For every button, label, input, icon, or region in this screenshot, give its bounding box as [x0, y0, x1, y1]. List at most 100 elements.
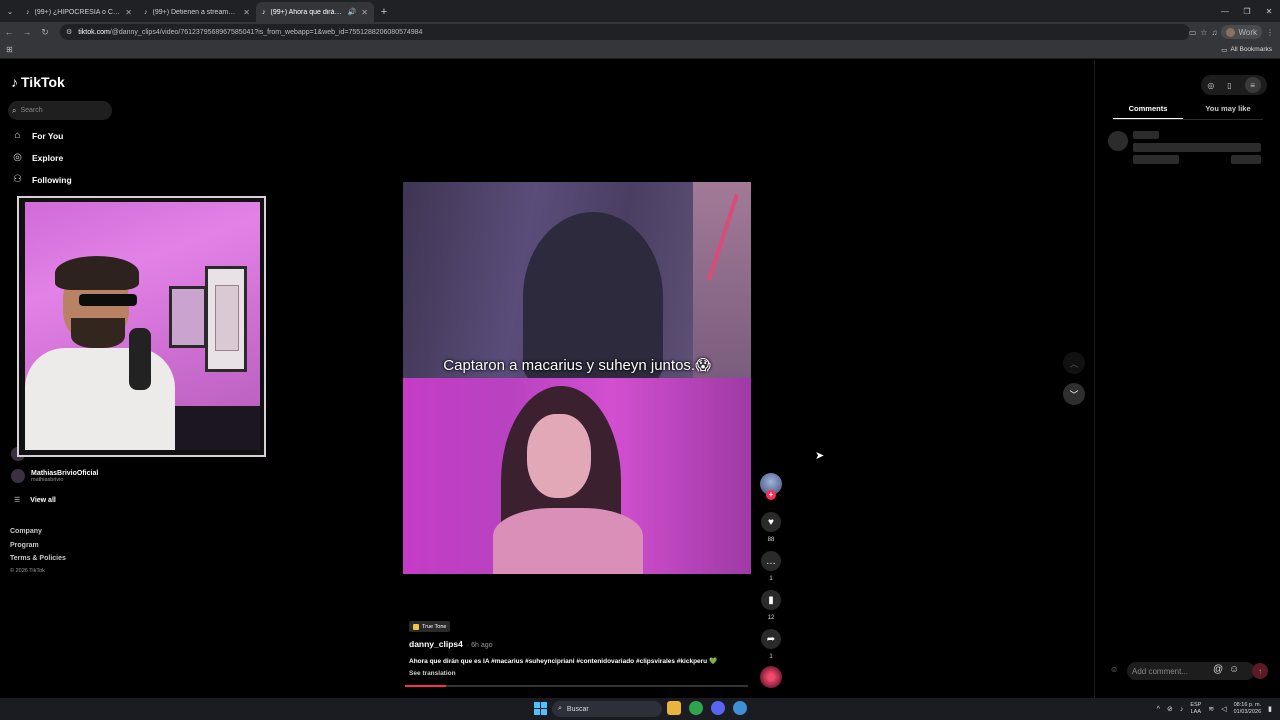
post-time: · 6h ago — [466, 642, 493, 649]
tab-you-may-like[interactable]: You may like — [1195, 104, 1261, 118]
discord-icon[interactable] — [711, 701, 725, 715]
browser-tab[interactable]: ♪ (99+) ¿HIPOCRESÍA o CONVENI... ✕ — [20, 2, 138, 22]
tab-close-icon[interactable]: ✕ — [125, 8, 132, 17]
comment-bubble-icon: … — [766, 555, 776, 567]
system-tray: ^ ⊘ ♪ ESP LAA ≋ ◁ 08:16 p. m. 01/03/2026… — [1157, 698, 1280, 720]
loading-text-placeholder — [1133, 143, 1261, 152]
minimize-icon[interactable]: — — [1214, 0, 1236, 22]
reload-icon[interactable]: ↻ — [36, 22, 54, 42]
share-button[interactable]: ➦ — [761, 629, 781, 649]
file-explorer-icon[interactable] — [667, 701, 681, 715]
description-text: Ahora que dirán que es IA #macarius #suh… — [409, 658, 708, 665]
panel-toggle-icon[interactable]: ≡ — [1244, 77, 1261, 93]
search-input[interactable]: ⌕ Search — [8, 101, 112, 120]
like-count: 88 — [767, 537, 775, 543]
description-emoji: 💚 — [708, 658, 718, 665]
see-translation-link[interactable]: See translation — [409, 670, 456, 677]
tiktok-favicon-icon: ♪ — [26, 8, 30, 16]
emoji-icon[interactable]: ☺ — [1229, 664, 1239, 675]
windows-start-icon[interactable] — [534, 702, 547, 715]
bookmark-icon: ▮ — [768, 594, 774, 606]
notification-icon[interactable]: ▮ — [1268, 705, 1272, 713]
following-account[interactable]: MathiasBrivioOficial mathiasbrivio — [11, 469, 98, 483]
chevron-up-icon: ︿ — [1069, 358, 1079, 369]
network-icon[interactable]: ⊘ — [1167, 705, 1173, 713]
keyboard-layout: LAA — [1190, 709, 1202, 715]
video-player[interactable]: Captaron a macarius y suheyn juntos.😱 — [403, 182, 751, 574]
effect-badge[interactable]: True Tone — [409, 621, 451, 632]
media-control-icon[interactable]: ♫ — [1211, 28, 1217, 37]
follow-plus-button[interactable]: + — [766, 490, 776, 500]
browser-app-icon[interactable] — [733, 701, 747, 715]
tab-comments[interactable]: Comments — [1113, 104, 1183, 120]
browser-tab-active[interactable]: ♪ (99+) Ahora que dirán que... 🔊 ✕ — [256, 2, 374, 22]
restore-icon[interactable]: ❐ — [1236, 0, 1258, 22]
phone-icon[interactable]: ▯ — [1227, 81, 1231, 90]
clock[interactable]: 08:16 p. m. 01/03/2026 — [1234, 702, 1262, 716]
new-tab-button[interactable]: + — [374, 2, 394, 22]
all-bookmarks-label: All Bookmarks — [1230, 46, 1272, 53]
next-video-button[interactable]: ﹀ — [1063, 383, 1085, 405]
wifi-icon[interactable]: ≋ — [1208, 705, 1214, 713]
comment-button[interactable]: … — [761, 551, 781, 571]
mention-icon[interactable]: @ — [1213, 664, 1223, 675]
close-window-icon[interactable]: ✕ — [1258, 0, 1280, 22]
footer-link-company[interactable]: Company — [10, 528, 42, 535]
back-icon[interactable]: ← — [0, 22, 18, 42]
all-bookmarks-button[interactable]: ▭ All Bookmarks — [1221, 46, 1272, 54]
tab-search-icon[interactable]: ⌄ — [0, 0, 20, 22]
apps-grid-icon[interactable]: ⊞ — [6, 45, 13, 54]
volume-icon[interactable]: ◁ — [1221, 705, 1226, 713]
browser-menu-icon[interactable]: ⋮ — [1266, 28, 1274, 37]
microphone-icon[interactable]: ♪ — [1180, 706, 1184, 713]
browser-tab[interactable]: ♪ (99+) Detienen a streamer Ice P... ✕ — [138, 2, 256, 22]
cast-icon[interactable]: ▭ — [1189, 28, 1197, 37]
speaker-icon[interactable]: 🔊 — [348, 8, 357, 16]
forward-icon[interactable]: → — [18, 22, 36, 42]
sticker-icon[interactable]: ☺ — [1110, 665, 1118, 674]
post-comment-button[interactable]: ↑ — [1252, 663, 1268, 679]
sidebar-item-explore[interactable]: ◎ Explore — [11, 152, 63, 163]
tab-close-icon[interactable]: ✕ — [361, 8, 368, 17]
site-info-icon[interactable]: ⚙ — [66, 28, 72, 36]
compass-icon[interactable]: ◎ — [1207, 81, 1214, 90]
window-controls: — ❐ ✕ — [1214, 0, 1280, 22]
comment-placeholder: Add comment... — [1132, 666, 1189, 676]
footer-link-terms[interactable]: Terms & Policies — [10, 555, 66, 562]
url-field[interactable]: ⚙ tiktok.com/@danny_clips4/video/7612379… — [60, 24, 1190, 40]
copyright-text: © 2026 TikTok — [10, 568, 45, 574]
save-button[interactable]: ▮ — [761, 590, 781, 610]
chevron-up-icon[interactable]: ^ — [1157, 706, 1160, 713]
sidebar-item-following[interactable]: ⚇ Following — [11, 174, 72, 185]
tiktok-logo[interactable]: ♪ TikTok — [11, 74, 65, 90]
logo-text: TikTok — [21, 74, 65, 90]
author-name[interactable]: danny_clips4 — [409, 639, 463, 649]
video-door — [693, 182, 751, 378]
browser-tab-strip: ⌄ ♪ (99+) ¿HIPOCRESÍA o CONVENI... ✕ ♪ (… — [0, 0, 1280, 22]
taskbar-search[interactable]: ⌕ Buscar — [552, 701, 662, 717]
video-progress-bar[interactable] — [405, 685, 748, 687]
url-host: tiktok.com — [78, 28, 110, 36]
tab-title: (99+) ¿HIPOCRESÍA o CONVENI... — [34, 8, 121, 16]
sidebar-item-for-you[interactable]: ⌂ For You — [11, 130, 63, 141]
effect-label: True Tone — [422, 623, 447, 630]
bookmark-star-icon[interactable]: ☆ — [1200, 28, 1207, 37]
footer-link-program[interactable]: Program — [10, 542, 39, 549]
folder-icon: ▭ — [1221, 47, 1228, 54]
streamer-sunglasses — [79, 294, 137, 306]
tab-close-icon[interactable]: ✕ — [243, 8, 250, 17]
view-all-button[interactable]: ☰ View all — [14, 496, 56, 505]
like-button[interactable]: ♥ — [761, 512, 781, 532]
chrome-icon[interactable] — [689, 701, 703, 715]
language-code: ESP — [1190, 702, 1202, 708]
language-indicator[interactable]: ESP LAA — [1190, 702, 1201, 716]
tiktok-favicon-icon: ♪ — [262, 8, 266, 16]
home-icon: ⌂ — [14, 130, 21, 141]
music-disc-icon[interactable] — [760, 666, 782, 688]
wall-frame — [169, 286, 207, 348]
browser-toolbar-right: ▭ ☆ ♫ Work ⋮ — [1189, 22, 1280, 42]
profile-button[interactable]: Work — [1221, 25, 1262, 39]
video-progress-fill — [405, 685, 447, 687]
windows-taskbar: ⌕ Buscar ^ ⊘ ♪ ESP LAA ≋ ◁ 08:16 p. m. 0… — [0, 698, 1280, 720]
previous-video-button[interactable]: ︿ — [1063, 352, 1085, 374]
